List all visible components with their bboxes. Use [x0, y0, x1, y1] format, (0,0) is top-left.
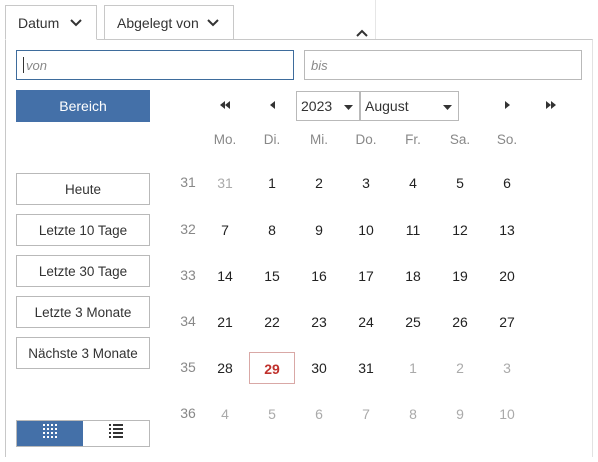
day-cell[interactable]: 20: [484, 260, 530, 292]
abgelegt-von-label: Abgelegt von: [117, 14, 199, 31]
weekday-header: Fr.: [405, 132, 421, 147]
caret-down-icon: [344, 98, 353, 114]
caret-down-icon: [443, 98, 452, 114]
next-month-button[interactable]: [498, 96, 516, 114]
weekday-header: So.: [496, 132, 518, 147]
datum-label: Datum: [18, 14, 60, 31]
text-caret: [23, 57, 24, 73]
year-select[interactable]: 2023: [296, 91, 360, 121]
year-value: 2023: [301, 98, 333, 114]
day-cell[interactable]: 2: [296, 167, 342, 199]
day-cell[interactable]: 8: [249, 214, 295, 246]
chevron-up-icon[interactable]: [354, 26, 370, 38]
day-cell[interactable]: 9: [296, 214, 342, 246]
last-page-button[interactable]: [542, 96, 560, 114]
day-cell[interactable]: 5: [437, 167, 483, 199]
from-placeholder: von: [26, 57, 47, 73]
first-page-button[interactable]: [216, 96, 234, 114]
day-cell[interactable]: 3: [343, 167, 389, 199]
datum-filter-dropdown[interactable]: Datum: [5, 5, 97, 40]
day-cell[interactable]: 4: [202, 398, 248, 430]
weekday-header: Do.: [355, 132, 377, 147]
day-cell[interactable]: 11: [390, 214, 436, 246]
day-cell[interactable]: 25: [390, 306, 436, 338]
day-cell-today[interactable]: 29: [249, 352, 295, 384]
day-cell[interactable]: 17: [343, 260, 389, 292]
quick-next-3-months-button[interactable]: Nächste 3 Monate: [16, 337, 150, 369]
day-cell[interactable]: 3: [484, 352, 530, 384]
quick-last-30-days-button[interactable]: Letzte 30 Tage: [16, 255, 150, 287]
day-cell[interactable]: 10: [343, 214, 389, 246]
day-cell[interactable]: 12: [437, 214, 483, 246]
from-date-input[interactable]: von: [16, 50, 294, 80]
quick-last-3-months-button[interactable]: Letzte 3 Monate: [16, 296, 150, 328]
week-number: 33: [180, 267, 196, 283]
divider: [375, 0, 376, 40]
day-cell[interactable]: 22: [249, 306, 295, 338]
week-number: 34: [180, 313, 196, 329]
weekday-header: Di.: [263, 132, 281, 147]
grid-icon: [43, 424, 57, 443]
day-cell[interactable]: 23: [296, 306, 342, 338]
day-cell[interactable]: 6: [296, 398, 342, 430]
week-number: 36: [180, 405, 196, 421]
month-value: August: [365, 98, 409, 114]
day-cell[interactable]: 10: [484, 398, 530, 430]
day-cell[interactable]: 7: [202, 214, 248, 246]
day-cell[interactable]: 1: [249, 167, 295, 199]
week-number: 32: [180, 221, 196, 237]
day-cell[interactable]: 28: [202, 352, 248, 384]
day-cell[interactable]: 8: [390, 398, 436, 430]
list-view-button[interactable]: [83, 421, 149, 446]
day-cell[interactable]: 7: [343, 398, 389, 430]
chevron-down-icon: [205, 15, 221, 31]
chevron-left-icon: [269, 96, 276, 114]
chevron-down-icon: [68, 15, 84, 31]
double-chevron-right-icon: [545, 96, 557, 114]
day-cell[interactable]: 31: [343, 352, 389, 384]
to-date-input[interactable]: bis: [304, 50, 582, 80]
day-cell[interactable]: 6: [484, 167, 530, 199]
quick-last-10-days-button[interactable]: Letzte 10 Tage: [16, 214, 150, 246]
grid-view-button[interactable]: [17, 421, 83, 446]
day-cell[interactable]: 15: [249, 260, 295, 292]
day-cell[interactable]: 16: [296, 260, 342, 292]
weekday-header: Sa.: [449, 132, 471, 147]
double-chevron-left-icon: [219, 96, 231, 114]
day-cell[interactable]: 1: [390, 352, 436, 384]
day-cell[interactable]: 18: [390, 260, 436, 292]
day-cell[interactable]: 27: [484, 306, 530, 338]
range-button[interactable]: Bereich: [16, 90, 150, 122]
day-cell[interactable]: 26: [437, 306, 483, 338]
chevron-right-icon: [504, 96, 511, 114]
list-icon: [109, 424, 123, 443]
day-cell[interactable]: 13: [484, 214, 530, 246]
day-cell[interactable]: 19: [437, 260, 483, 292]
previous-month-button[interactable]: [263, 96, 281, 114]
day-cell[interactable]: 31: [202, 167, 248, 199]
day-cell[interactable]: 5: [249, 398, 295, 430]
to-placeholder: bis: [311, 57, 328, 73]
weekday-header: Mo.: [213, 132, 237, 147]
day-cell[interactable]: 21: [202, 306, 248, 338]
view-toggle: [16, 420, 150, 447]
weekday-header: Mi.: [310, 132, 328, 147]
month-select[interactable]: August: [360, 91, 459, 121]
day-cell[interactable]: 4: [390, 167, 436, 199]
week-number: 35: [180, 359, 196, 375]
quick-today-button[interactable]: Heute: [16, 173, 150, 205]
abgelegt-von-dropdown[interactable]: Abgelegt von: [104, 5, 234, 40]
day-cell[interactable]: 9: [437, 398, 483, 430]
day-cell[interactable]: 14: [202, 260, 248, 292]
day-cell[interactable]: 30: [296, 352, 342, 384]
week-number: 31: [180, 174, 196, 190]
day-cell[interactable]: 24: [343, 306, 389, 338]
day-cell[interactable]: 2: [437, 352, 483, 384]
